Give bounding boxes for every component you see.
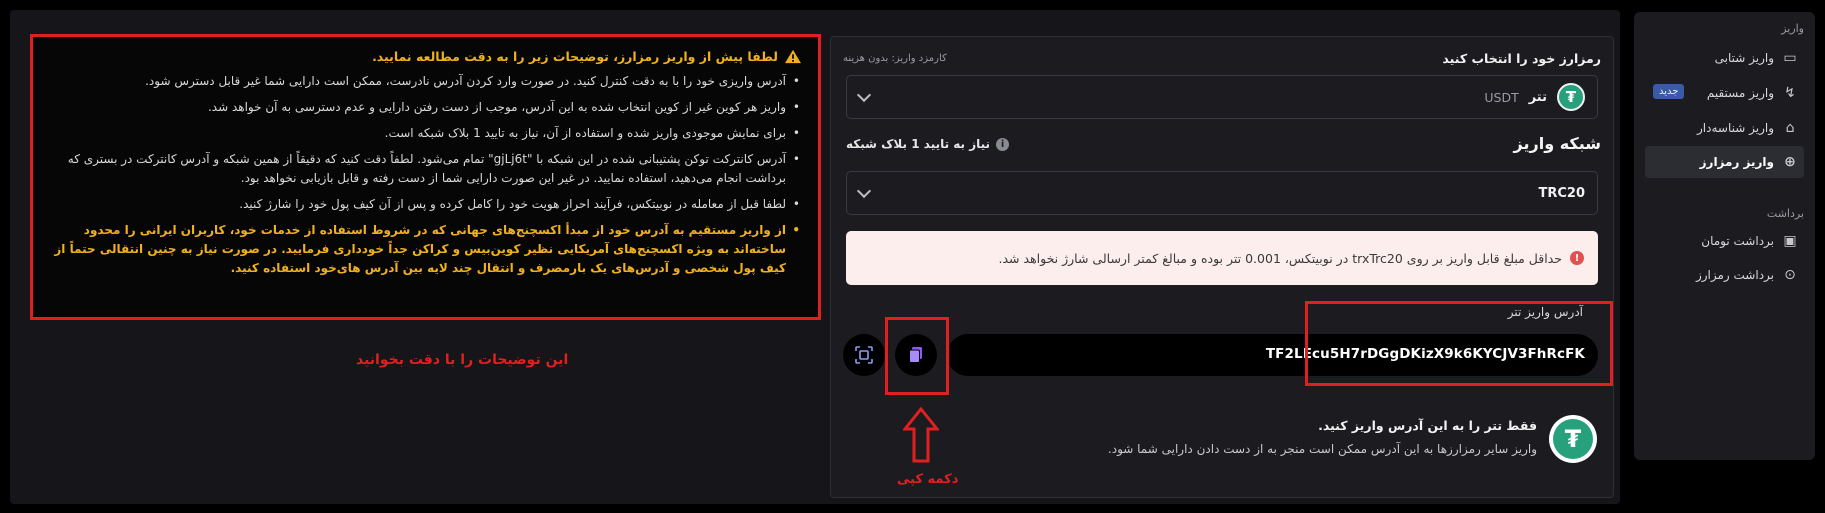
confirm-label-text: نیاز به تایید 1 بلاک شبکه <box>846 137 991 151</box>
only-tether-description: واریز سایر رمزارزها به این آدرس ممکن است… <box>1107 442 1537 456</box>
tether-logo: ₮ <box>1549 415 1597 463</box>
wallet-icon: ▣ <box>1783 233 1797 249</box>
sidebar-section-withdraw: برداشت <box>1766 207 1804 220</box>
instructions-list: آدرس واریزی خود را با به دقت کنترل کنید.… <box>49 72 802 278</box>
chevron-down-icon <box>856 183 872 199</box>
instructions-title: لطفا پیش از واریز رمزارز، توضیحات زیر را… <box>49 47 802 66</box>
read-carefully-annotation: این توضیحات را با دقت بخوانید <box>356 352 569 368</box>
sidebar-item-label: برداشت رمزارز <box>1695 268 1774 282</box>
instruction-item-highlight: از واریز مستقیم به آدرس خود از مبدأ اکسچ… <box>49 221 802 278</box>
deposit-crypto-icon: ⊕ <box>1784 154 1796 170</box>
alert-icon: ! <box>1570 251 1584 265</box>
only-tether-title: فقط تتر را به این آدرس واریز کنید. <box>1318 418 1537 433</box>
min-deposit-text: حداقل مبلغ قابل واریز بر روی trxTrc20 در… <box>998 250 1563 266</box>
coin-select[interactable]: ₮ تتر USDT <box>846 75 1598 119</box>
qr-code-button[interactable] <box>843 334 885 376</box>
instruction-item: واریز هر کوین غیر از کوین انتخاب شده به … <box>49 98 802 117</box>
instruction-item: لطفا قبل از معامله در نوبیتکس، فرآیند اح… <box>49 195 802 214</box>
tether-logo-glyph: ₮ <box>1553 419 1593 459</box>
sidebar-item-direct-deposit[interactable]: ↯ واریز مستقیم جدید <box>1645 77 1804 109</box>
new-badge: جدید <box>1653 84 1685 99</box>
up-arrow-icon <box>901 406 941 467</box>
instructions-box: لطفا پیش از واریز رمزارز، توضیحات زیر را… <box>30 34 821 320</box>
sidebar-item-label: واریز مستقیم <box>1706 86 1774 100</box>
upload-crypto-icon: ⊙ <box>1784 267 1796 283</box>
card-icon: ▭ <box>1783 50 1797 66</box>
deposit-card: رمزارز خود را انتخاب کنید کارمزد واریز: … <box>830 36 1614 498</box>
instructions-title-text: لطفا پیش از واریز رمزارز، توضیحات زیر را… <box>372 49 778 64</box>
coin-name: تتر <box>1528 89 1547 105</box>
instruction-item: برای نمایش موجودی واریز شده و استفاده از… <box>49 124 802 143</box>
copy-button-annotation: دکمه کپی <box>897 472 959 487</box>
chevron-down-icon <box>856 87 872 103</box>
bank-icon: ⌂ <box>1785 120 1795 136</box>
sidebar-item-id-deposit[interactable]: ⌂ واریز شناسه‌دار <box>1645 112 1804 144</box>
instruction-item: آدرس واریزی خود را با به دقت کنترل کنید.… <box>49 72 802 91</box>
info-icon: i <box>996 137 1010 151</box>
coin-symbol: USDT <box>1484 89 1519 105</box>
sidebar-item-label: واریز شناسه‌دار <box>1697 121 1774 135</box>
sidebar-item-label: واریز شتابی <box>1714 51 1774 65</box>
sidebar-section-deposit: واریز <box>1781 22 1804 35</box>
sidebar-item-toman-withdraw[interactable]: ▣ برداشت تومان <box>1645 225 1804 257</box>
copy-annotation-box <box>885 317 949 395</box>
network-value: TRC20 <box>1538 185 1585 201</box>
warning-icon <box>785 49 801 64</box>
qr-scan-icon <box>855 346 873 364</box>
confirm-label: i نیاز به تایید 1 بلاک شبکه <box>846 137 1010 151</box>
sidebar-item-crypto-withdraw[interactable]: ⊙ برداشت رمزارز <box>1645 259 1804 291</box>
sidebar-item-instant-deposit[interactable]: ▭ واریز شتابی <box>1645 42 1804 74</box>
network-select[interactable]: TRC20 <box>846 171 1598 215</box>
address-annotation-box <box>1305 301 1613 386</box>
main-panel: لطفا پیش از واریز رمزارز، توضیحات زیر را… <box>10 10 1620 504</box>
sidebar: واریز ▭ واریز شتابی ↯ واریز مستقیم جدید … <box>1634 12 1815 460</box>
sidebar-item-label: واریز رمزارز <box>1699 155 1774 169</box>
sidebar-item-label: برداشت تومان <box>1701 234 1774 248</box>
tether-coin-icon: ₮ <box>1557 83 1585 111</box>
select-coin-label: رمزارز خود را انتخاب کنید <box>1442 51 1601 66</box>
min-deposit-notice: ! حداقل مبلغ قابل واریز بر روی trxTrc20 … <box>846 231 1598 285</box>
network-label: شبکه واریز <box>1513 134 1601 153</box>
instruction-item: آدرس کانترکت توکن پشتیبانی شده در این شب… <box>49 150 802 188</box>
deposit-fee-label: کارمزد واریز: بدون هزینه <box>843 53 947 64</box>
direct-icon: ↯ <box>1784 85 1796 101</box>
sidebar-item-crypto-deposit[interactable]: ⊕ واریز رمزارز <box>1645 146 1804 178</box>
